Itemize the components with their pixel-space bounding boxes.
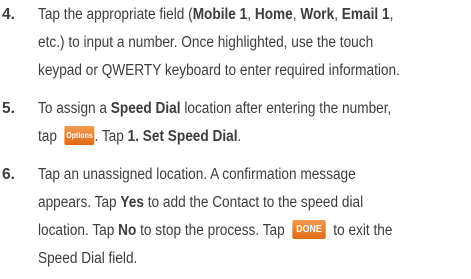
text: , bbox=[389, 6, 394, 23]
text: to exit the bbox=[333, 222, 393, 239]
text: . bbox=[237, 128, 242, 145]
set-speed-dial-term: 1. Set Speed Dial bbox=[127, 128, 238, 145]
step-4-line-3: keypad or QWERTY keyboard to enter requi… bbox=[38, 62, 400, 79]
text: to stop the process. Tap bbox=[136, 222, 285, 239]
separator: , bbox=[292, 6, 301, 23]
text: tap bbox=[38, 128, 57, 145]
options-button[interactable]: Options bbox=[64, 126, 95, 146]
text: Tap the appropriate field ( bbox=[38, 6, 193, 23]
no-term: No bbox=[118, 222, 137, 239]
instruction-document: 4. Tap the appropriate field (Mobile 1, … bbox=[0, 0, 471, 279]
speed-dial-term: Speed Dial bbox=[110, 100, 181, 117]
step-number: 5. bbox=[2, 100, 15, 117]
text: appears. Tap bbox=[38, 194, 121, 211]
step-5-line-1: To assign a Speed Dial location after en… bbox=[38, 98, 391, 120]
step-4-line-1: Tap the appropriate field (Mobile 1, Hom… bbox=[38, 4, 393, 26]
step-4-line-2: etc.) to input a number. Once highlighte… bbox=[38, 34, 374, 51]
step-6-line-3: location. Tap No to stop the process. Ta… bbox=[38, 220, 392, 242]
step-6-line-4: Speed Dial field. bbox=[38, 250, 138, 267]
text: location after entering the number, bbox=[180, 100, 392, 117]
yes-term: Yes bbox=[120, 194, 144, 211]
text: To assign a bbox=[38, 100, 111, 117]
text: . Tap bbox=[94, 128, 128, 145]
step-6-line-1: Tap an unassigned location. A confirmati… bbox=[38, 166, 356, 183]
done-button[interactable]: DONE bbox=[292, 220, 326, 240]
step-number: 6. bbox=[2, 166, 15, 183]
step-number: 4. bbox=[2, 6, 15, 23]
text: location. Tap bbox=[38, 222, 119, 239]
field-name-home: Home bbox=[254, 6, 293, 23]
step-6-line-2: appears. Tap Yes to add the Contact to t… bbox=[38, 192, 363, 214]
field-name-email: Email 1 bbox=[341, 6, 390, 23]
step-5-line-2: tap Options. Tap 1. Set Speed Dial. bbox=[38, 126, 241, 148]
field-name-mobile: Mobile 1 bbox=[192, 6, 248, 23]
text: to add the Contact to the speed dial bbox=[143, 194, 364, 211]
field-name-work: Work bbox=[300, 6, 335, 23]
